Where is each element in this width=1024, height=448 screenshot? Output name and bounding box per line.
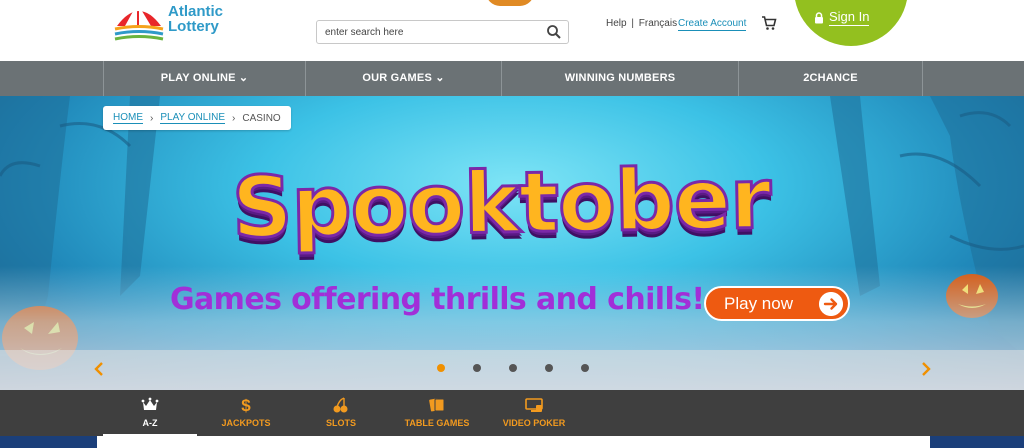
lock-icon xyxy=(815,11,823,23)
pumpkin-decoration xyxy=(486,0,534,6)
category-label: SLOTS xyxy=(325,418,356,428)
game-list-area xyxy=(97,436,930,448)
cart-icon[interactable] xyxy=(761,15,777,31)
arrow-right-icon xyxy=(819,292,843,316)
breadcrumb-separator: › xyxy=(150,112,154,124)
dollar-icon: $ xyxy=(241,396,251,414)
play-now-label: Play now xyxy=(724,294,793,313)
help-link[interactable]: Help xyxy=(606,18,627,29)
page-background-left xyxy=(0,436,97,448)
category-label: VIDEO POKER xyxy=(502,418,566,428)
breadcrumb: HOME › PLAY ONLINE › CASINO xyxy=(103,106,291,130)
cards-icon xyxy=(429,398,445,412)
category-label: TABLE GAMES xyxy=(404,418,470,428)
hero-banner[interactable]: HOME › PLAY ONLINE › CASINO Spooktober G… xyxy=(0,96,1024,390)
category-label: A-Z xyxy=(142,418,158,428)
create-account-link[interactable]: Create Account xyxy=(678,18,747,31)
crown-icon xyxy=(141,397,159,410)
category-a-z[interactable]: A-Z xyxy=(103,390,197,437)
nav-divider xyxy=(922,61,923,96)
breadcrumb-play-online[interactable]: PLAY ONLINE xyxy=(160,112,226,124)
hero-title: Spooktober xyxy=(230,148,773,258)
cherries-icon xyxy=(333,397,348,413)
category-video-poker[interactable]: VIDEO POKER xyxy=(487,390,581,434)
carousel-dot-1[interactable] xyxy=(437,364,445,372)
play-now-button[interactable]: Play now xyxy=(704,286,850,321)
logo-wordmark: Atlantic Lottery xyxy=(168,3,224,35)
chevron-left-icon[interactable] xyxy=(93,361,105,377)
carousel-dot-4[interactable] xyxy=(545,364,553,372)
search-box xyxy=(316,20,569,44)
link-separator: | xyxy=(631,18,634,29)
carousel-dot-5[interactable] xyxy=(581,364,589,372)
sign-in-label: Sign In xyxy=(829,9,870,26)
category-slots[interactable]: SLOTS xyxy=(294,390,388,434)
monitor-icon xyxy=(525,398,543,412)
main-nav: PLAY ONLINE ⌄ OUR GAMES ⌄ WINNING NUMBER… xyxy=(0,61,1024,96)
utility-links: Help | Français xyxy=(606,18,677,29)
category-label: JACKPOTS xyxy=(221,418,271,428)
breadcrumb-casino: CASINO xyxy=(242,112,281,124)
breadcrumb-home[interactable]: HOME xyxy=(113,112,143,124)
hero-subtitle: Games offering thrills and chills! xyxy=(170,282,705,317)
svg-text:$: $ xyxy=(241,396,251,414)
atlantic-lottery-logo[interactable]: Atlantic Lottery xyxy=(113,0,243,44)
carousel-dot-3[interactable] xyxy=(509,364,517,372)
category-jackpots[interactable]: $ JACKPOTS xyxy=(199,390,293,434)
category-table-games[interactable]: TABLE GAMES xyxy=(390,390,484,434)
search-input[interactable] xyxy=(325,23,535,41)
carousel-dot-2[interactable] xyxy=(473,364,481,372)
nav-our-games[interactable]: OUR GAMES ⌄ xyxy=(306,61,501,96)
breadcrumb-separator: › xyxy=(232,112,236,124)
nav-winning-numbers[interactable]: WINNING NUMBERS xyxy=(502,61,738,96)
nav-2chance[interactable]: 2CHANCE xyxy=(739,61,922,96)
francais-link[interactable]: Français xyxy=(639,18,677,29)
site-header: Atlantic Lottery Help | Français Create … xyxy=(0,0,1024,61)
nav-play-online[interactable]: PLAY ONLINE ⌄ xyxy=(104,61,305,96)
search-icon[interactable] xyxy=(546,24,562,40)
page-background-right xyxy=(930,436,1024,448)
chevron-right-icon[interactable] xyxy=(920,361,932,377)
sailboat-logo-icon xyxy=(114,4,164,41)
sign-in-button[interactable]: Sign In xyxy=(794,0,908,46)
